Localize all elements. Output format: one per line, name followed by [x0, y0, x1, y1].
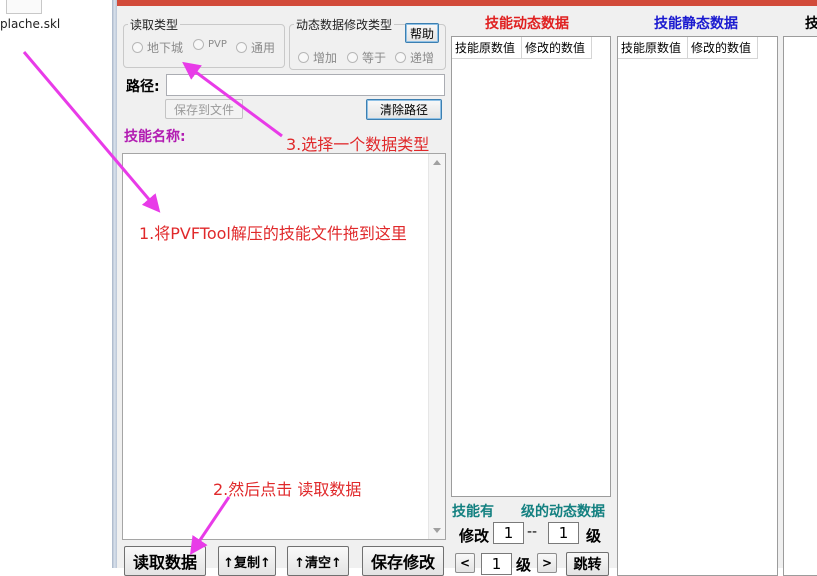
- arrow-step2-icon: [189, 496, 231, 555]
- arrow-step1-icon: [22, 51, 161, 213]
- annotation-arrows: [22, 51, 283, 555]
- arrow-step3-icon: [182, 61, 283, 138]
